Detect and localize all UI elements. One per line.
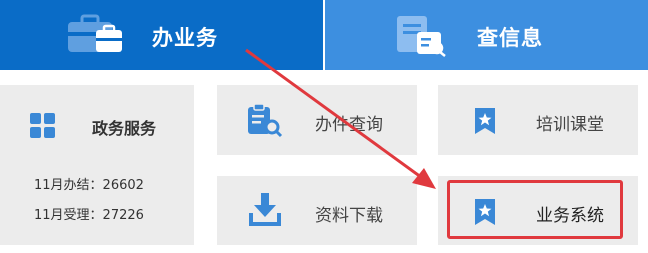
tile-label: 办件查询 bbox=[315, 115, 383, 135]
download-icon bbox=[249, 193, 281, 226]
tile-case-query[interactable]: 办件查询 bbox=[217, 85, 417, 155]
grid-icon bbox=[30, 113, 56, 139]
clipboard-search-icon bbox=[248, 104, 283, 138]
tab-label: 查信息 bbox=[477, 26, 543, 50]
tile-label: 资料下载 bbox=[315, 206, 383, 226]
tab-ban-yewu[interactable]: 办业务 bbox=[0, 0, 323, 70]
stat-accepted: 11月受理：27226 bbox=[34, 208, 144, 223]
stat-completed: 11月办结：26602 bbox=[34, 178, 144, 193]
tile-material-download[interactable]: 资料下载 bbox=[217, 176, 417, 245]
tile-training-class[interactable]: 培训课堂 bbox=[438, 85, 638, 155]
highlight-box bbox=[447, 180, 623, 239]
bookmark-star-icon bbox=[475, 108, 495, 134]
tab-label: 办业务 bbox=[152, 26, 218, 50]
page: 办业务 查信息 政务服务 11月办结：26602 11月受理：27226 办件查… bbox=[0, 0, 648, 253]
gov-services-card[interactable]: 政务服务 11月办结：26602 11月受理：27226 bbox=[0, 85, 194, 245]
tab-cha-xinxi[interactable]: 查信息 bbox=[325, 0, 648, 70]
gov-services-title: 政务服务 bbox=[92, 119, 157, 138]
document-search-icon bbox=[397, 16, 446, 57]
tile-label: 培训课堂 bbox=[536, 115, 604, 135]
briefcase-icon bbox=[68, 14, 122, 52]
tab-bar: 办业务 查信息 bbox=[0, 0, 648, 70]
